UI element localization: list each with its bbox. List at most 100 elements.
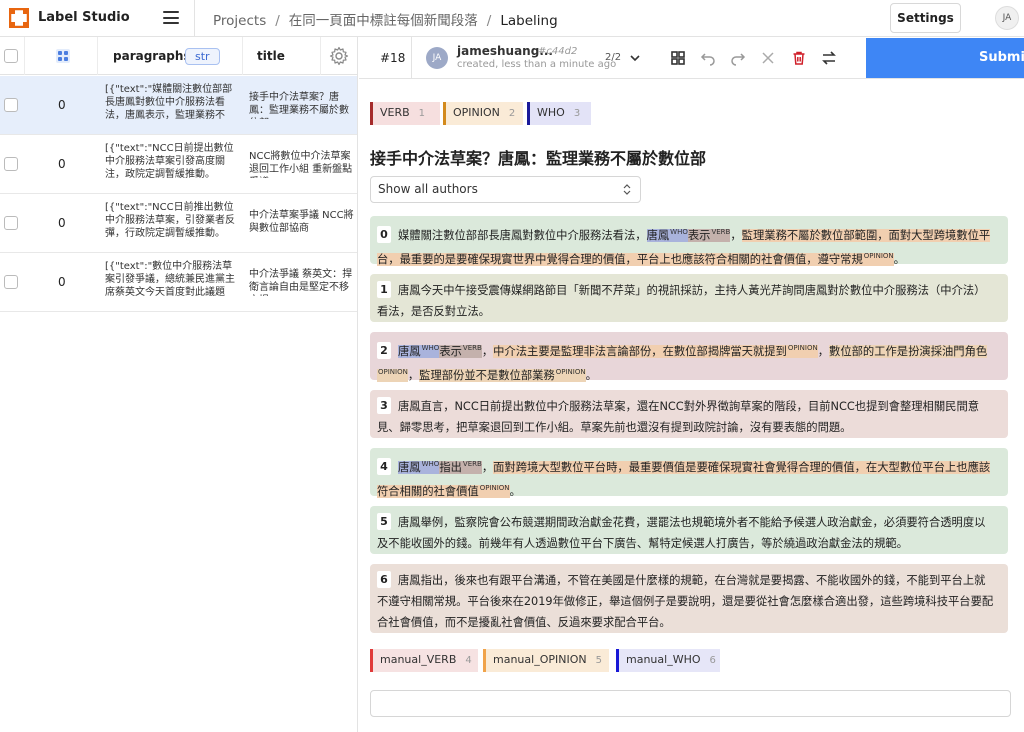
- region-verb[interactable]: 表示VERB: [439, 344, 482, 358]
- column-type-badge: str: [185, 48, 220, 65]
- breadcrumb-separator: /: [275, 13, 280, 29]
- region-text: 表示: [687, 229, 711, 242]
- label-chip-manual-who[interactable]: manual_WHO 6: [616, 649, 720, 672]
- label-name: manual_WHO: [626, 653, 701, 666]
- paragraph-text: ，: [407, 369, 420, 382]
- author-filter-select[interactable]: Show all authors: [370, 176, 641, 203]
- paragraph-text: 唐鳳今天中午接受震傳媒網路節目「新聞不芹菜」的視訊採訪，主持人黃光芹詢問唐鳳對於…: [377, 284, 986, 318]
- row-checkbox[interactable]: [4, 216, 18, 230]
- region-opinion[interactable]: 中介法主要是監理非法言論部份，在數位部揭牌當天就提到OPINION: [493, 344, 818, 358]
- paragraph-card[interactable]: 2 唐鳳WHO表示VERB，中介法主要是監理非法言論部份，在數位部揭牌當天就提到O…: [370, 332, 1008, 382]
- annotation-count: 0: [58, 216, 66, 230]
- row-checkbox[interactable]: [4, 157, 18, 171]
- paragraph-number: 2: [377, 342, 391, 359]
- settings-button[interactable]: Settings: [890, 3, 961, 33]
- paragraph-card[interactable]: 6 唐鳳指出，後來也有跟平台溝通，不管在美國是什麼樣的規範，在台灣就是要揭露、不能…: [370, 564, 1008, 633]
- region-who[interactable]: 唐鳳WHO: [398, 460, 440, 474]
- task-table: paragraphs str title 0 [{"text":"媒體關注數位部…: [0, 37, 358, 732]
- title-cell: NCC將數位中介法草案退回工作小組 重新盤點爭議: [249, 151, 353, 178]
- table-row[interactable]: 0 [{"text":"NCC日前提出數位中介服務法草案引發高度關注，政院定調暫…: [0, 135, 357, 194]
- region-text: 監理部份並不是數位部業務: [419, 369, 555, 382]
- label-chip-verb[interactable]: VERB 1: [370, 102, 440, 125]
- submit-button-label: Submit: [979, 50, 1024, 65]
- paragraph-number: 6: [377, 571, 391, 588]
- paragraph-text: 媒體關注數位部部長唐鳳對數位中介服務法看法，: [398, 229, 647, 242]
- region-text: 數位部的工作是扮演採油門角色: [829, 345, 988, 358]
- label-name: WHO: [537, 106, 565, 119]
- region-verb[interactable]: 指出VERB: [439, 460, 482, 474]
- paragraph-text: ，: [481, 461, 494, 474]
- table-row[interactable]: 0 [{"text":"媒體關注數位部部長唐鳳對數位中介服務法看法，唐鳳表示，監…: [0, 76, 357, 135]
- paragraph-number: 1: [377, 281, 391, 298]
- menu-icon[interactable]: [163, 11, 179, 24]
- undo-icon[interactable]: [700, 50, 716, 66]
- paragraph-card[interactable]: 3 唐鳳直言，NCC日前提出數位中介服務法草案，還在NCC對外界徵詢草案的階段，目…: [370, 390, 1008, 438]
- region-text: 唐鳳: [398, 461, 421, 474]
- row-checkbox[interactable]: [4, 98, 18, 112]
- breadcrumb-current: Labeling: [500, 13, 558, 29]
- paragraph-text: 。: [585, 369, 597, 382]
- region-who[interactable]: 唐鳳WHO: [646, 228, 688, 242]
- row-checkbox[interactable]: [4, 275, 18, 289]
- column-divider: [320, 37, 321, 75]
- label-chip-who[interactable]: WHO 3: [527, 102, 591, 125]
- annotations-count-icon: [56, 49, 70, 63]
- region-tag: OPINION: [863, 252, 894, 260]
- grid-view-icon[interactable]: [670, 50, 686, 66]
- column-header-title[interactable]: title: [257, 37, 285, 75]
- label-chip-opinion[interactable]: OPINION 2: [443, 102, 523, 125]
- table-row[interactable]: 0 [{"text":"數位中介服務法草案引發爭議，總統兼民進黨主席蔡英文今天首…: [0, 253, 357, 312]
- paragraph-card[interactable]: 4 唐鳳WHO指出VERB，面對跨境大型數位平台時，最重要價值是要確保現實社會覺得…: [370, 448, 1008, 498]
- close-icon[interactable]: [760, 50, 776, 66]
- paragraph-text: 唐鳳指出，後來也有跟平台溝通，不管在美國是什麼樣的規範，在台灣就是要揭露、不能收…: [377, 574, 994, 629]
- annotation-toolbar: #18 JA jameshuang... #c44d2 created, les…: [359, 37, 1024, 79]
- table-row[interactable]: 0 [{"text":"NCC日前推出數位中介服務法草案，引發業者反彈，行政院定…: [0, 194, 357, 253]
- region-verb[interactable]: 表示VERB: [687, 228, 731, 242]
- title-cell: 中介法草案爭議 NCC將與數位部協商: [249, 210, 354, 234]
- comment-input[interactable]: [370, 690, 1011, 717]
- label-hotkey: 3: [573, 108, 581, 119]
- label-name: manual_OPINION: [493, 653, 587, 666]
- annotation-created: created, less than a minute ago: [457, 59, 617, 70]
- author-filter-value: Show all authors: [378, 182, 478, 196]
- label-name: manual_VERB: [380, 653, 457, 666]
- region-tag: WHO: [421, 344, 440, 352]
- label-hotkey: 2: [508, 108, 516, 119]
- table-header: paragraphs str title: [0, 37, 357, 75]
- paragraph-card[interactable]: 0 媒體關注數位部部長唐鳳對數位中介服務法看法，唐鳳WHO表示VERB，監理業務不…: [370, 216, 1008, 266]
- paragraph-card[interactable]: 1 唐鳳今天中午接受震傳媒網路節目「新聞不芹菜」的視訊採訪，主持人黃光芹詢問唐鳳對…: [370, 274, 1008, 322]
- column-header-paragraphs[interactable]: paragraphs: [113, 37, 191, 75]
- breadcrumb-project[interactable]: 在同一頁面中標註每個新聞段落: [289, 13, 478, 29]
- swap-icon[interactable]: [821, 50, 837, 66]
- column-divider: [97, 37, 98, 75]
- chevron-down-icon[interactable]: [629, 52, 641, 64]
- region-text: 指出: [439, 461, 462, 474]
- paragraphs-cell: [{"text":"媒體關注數位部部長唐鳳對數位中介服務法看法，唐鳳表示，監理業…: [105, 84, 233, 121]
- label-chip-manual-verb[interactable]: manual_VERB 4: [370, 649, 478, 672]
- paragraph-card[interactable]: 5 唐鳳舉例，監察院會公布競選期間政治獻金花費，選罷法也規範境外者不能給予候選人政…: [370, 506, 1008, 554]
- select-all-checkbox[interactable]: [4, 49, 18, 63]
- region-tag: OPINION: [787, 344, 818, 352]
- region-who[interactable]: 唐鳳WHO: [398, 344, 440, 358]
- user-avatar[interactable]: JA: [995, 6, 1019, 30]
- region-text: 表示: [439, 345, 462, 358]
- paragraphs-cell: [{"text":"NCC日前提出數位中介服務法草案引發高度關注，政院定調暫緩推…: [105, 143, 234, 180]
- annotator-avatar: JA: [426, 47, 448, 69]
- region-text: 唐鳳: [646, 229, 670, 242]
- gear-icon[interactable]: [329, 46, 349, 66]
- label-chip-manual-opinion[interactable]: manual_OPINION 5: [483, 649, 609, 672]
- column-divider: [242, 37, 243, 75]
- submit-button[interactable]: Submit: [866, 38, 1024, 78]
- region-opinion[interactable]: 監理部份並不是數位部業務OPINION: [419, 368, 586, 382]
- region-tag: VERB: [462, 344, 482, 352]
- paragraph-text: ，: [730, 229, 742, 242]
- paragraph-number: 3: [377, 397, 391, 414]
- paragraph-text: ，: [817, 345, 830, 358]
- trash-icon[interactable]: [791, 50, 807, 66]
- labeling-panel: #18 JA jameshuang... #c44d2 created, les…: [359, 37, 1024, 732]
- redo-icon[interactable]: [730, 50, 746, 66]
- app-name: Label Studio: [38, 10, 130, 25]
- breadcrumb-projects[interactable]: Projects: [213, 13, 266, 29]
- paragraph-number: 5: [377, 513, 391, 530]
- region-tag: VERB: [462, 460, 482, 468]
